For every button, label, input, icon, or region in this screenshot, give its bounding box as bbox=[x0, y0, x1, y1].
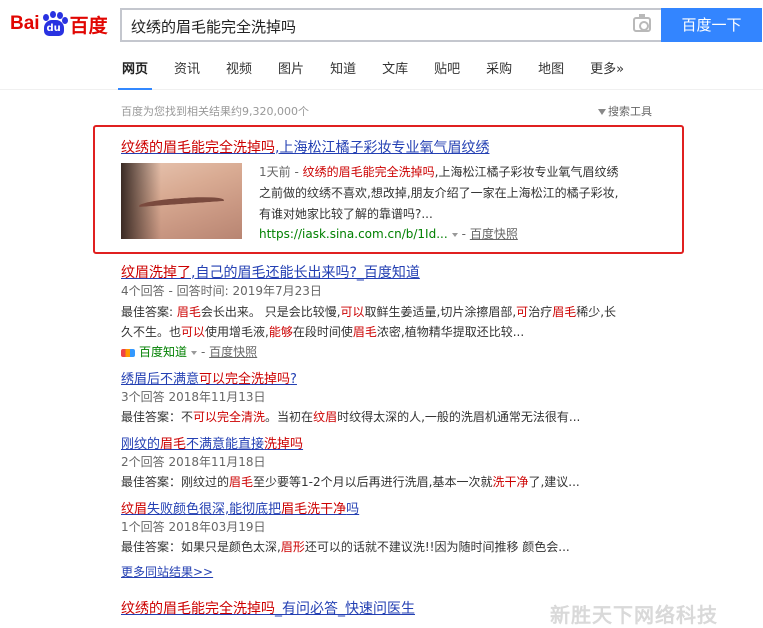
result-meta-2: 4个回答 - 回答时间: 2019年7月23日 bbox=[121, 284, 322, 298]
search-query: 纹绣的眉毛能完全洗掉吗 bbox=[131, 18, 297, 36]
search-button[interactable]: 百度一下 bbox=[661, 8, 762, 42]
result-title-3[interactable]: 绣眉后不满意可以完全洗掉吗? bbox=[121, 368, 297, 387]
search-input[interactable]: 纹绣的眉毛能完全洗掉吗 bbox=[120, 8, 661, 42]
result-title-2[interactable]: 纹眉洗掉了,自己的眉毛还能长出来吗?_百度知道 bbox=[121, 262, 420, 282]
result-title-5[interactable]: 纹眉失败颜色很深,能彻底把眉毛洗干净吗 bbox=[121, 498, 359, 517]
result-snippet-1a: 1天前 - 纹绣的眉毛能完全洗掉吗,上海松江橘子彩妆专业氧气眉纹绣 bbox=[259, 165, 619, 179]
tab-map[interactable]: 地图 bbox=[538, 60, 564, 90]
tab-wenku[interactable]: 文库 bbox=[382, 60, 408, 90]
zhidao-icon bbox=[121, 348, 135, 357]
nav-tabs: 网页 资讯 视频 图片 知道 文库 贴吧 采购 地图 更多» bbox=[117, 60, 650, 90]
camera-icon[interactable] bbox=[633, 14, 651, 32]
baidu-logo[interactable]: Bai du 百度 bbox=[10, 6, 108, 42]
result-snippet-5: 最佳答案：如果只是颜色太深,眉形还可以的话就不建议洗!!因为随时间推移 颜色会.… bbox=[121, 540, 570, 554]
result-title-4[interactable]: 刚纹的眉毛不满意能直接洗掉吗 bbox=[121, 433, 303, 452]
result-count: 百度为您找到相关结果约9,320,000个 bbox=[121, 105, 309, 118]
result-snippet-2b: 久不生。也可以使用增毛液,能够在段时间使眉毛浓密,植物精华提取还比较... bbox=[121, 325, 525, 339]
tab-zhidao[interactable]: 知道 bbox=[330, 60, 356, 90]
snapshot-link[interactable]: 百度快照 bbox=[209, 345, 257, 359]
result-snippet-1c: 有谁对她家比较了解的靠谱吗?... bbox=[259, 207, 433, 221]
tab-tieba[interactable]: 贴吧 bbox=[434, 60, 460, 90]
snapshot-link[interactable]: 百度快照 bbox=[470, 227, 518, 241]
result-meta-5: 1个回答 2018年03月19日 bbox=[121, 520, 266, 534]
result-snippet-3: 最佳答案：不可以完全清洗。当初在纹眉时纹得太深的人,一般的洗眉机通常无法很有..… bbox=[121, 410, 581, 424]
result-snippet-4: 最佳答案：刚纹过的眉毛至少要等1-2个月以后再进行洗眉,基本一次就洗干净了,建议… bbox=[121, 475, 580, 489]
tab-images[interactable]: 图片 bbox=[278, 60, 304, 90]
header-bar: Bai du 百度 纹绣的眉毛能完全洗掉吗 百度一下 网页 资讯 视频 图片 知… bbox=[0, 0, 763, 90]
funnel-icon bbox=[598, 109, 606, 115]
search-tools-button[interactable]: 搜索工具 bbox=[598, 103, 652, 119]
result-snippet-2a: 最佳答案: 眉毛会长出来。 只是会比较慢,可以取鲜生姜适量,切片涂擦眉部,可治疗… bbox=[121, 305, 617, 319]
result-source-2[interactable]: 百度知道 - 百度快照 bbox=[121, 342, 257, 362]
tab-news[interactable]: 资讯 bbox=[174, 60, 200, 90]
dropdown-icon bbox=[451, 232, 458, 237]
logo-text-cn: 百度 bbox=[69, 14, 108, 37]
tab-web[interactable]: 网页 bbox=[117, 60, 153, 90]
tab-video[interactable]: 视频 bbox=[226, 60, 252, 90]
result-snippet-1b: 之前做的纹绣不喜欢,想改掉,朋友介绍了一家在上海松江的橘子彩妆, bbox=[259, 186, 619, 200]
logo-text-bai: Bai bbox=[10, 13, 40, 34]
result-url-1[interactable]: https://iask.sina.com.cn/b/1Id... - 百度快照 bbox=[259, 224, 518, 244]
result-meta-4: 2个回答 2018年11月18日 bbox=[121, 455, 266, 469]
result-thumbnail[interactable] bbox=[121, 163, 242, 239]
more-same-site-link[interactable]: 更多同站结果>> bbox=[121, 563, 213, 580]
result-meta-3: 3个回答 2018年11月13日 bbox=[121, 390, 266, 404]
paw-icon: du bbox=[41, 11, 68, 37]
result-title-1[interactable]: 纹绣的眉毛能完全洗掉吗,上海松江橘子彩妆专业氧气眉纹绣 bbox=[121, 137, 489, 157]
watermark: 新胜天下网络科技 bbox=[550, 603, 718, 627]
dropdown-icon bbox=[191, 350, 198, 355]
tab-caigou[interactable]: 采购 bbox=[486, 60, 512, 90]
tab-more[interactable]: 更多» bbox=[590, 60, 624, 90]
result-title-6[interactable]: 纹绣的眉毛能完全洗掉吗_有问必答_快速问医生 bbox=[121, 598, 415, 618]
